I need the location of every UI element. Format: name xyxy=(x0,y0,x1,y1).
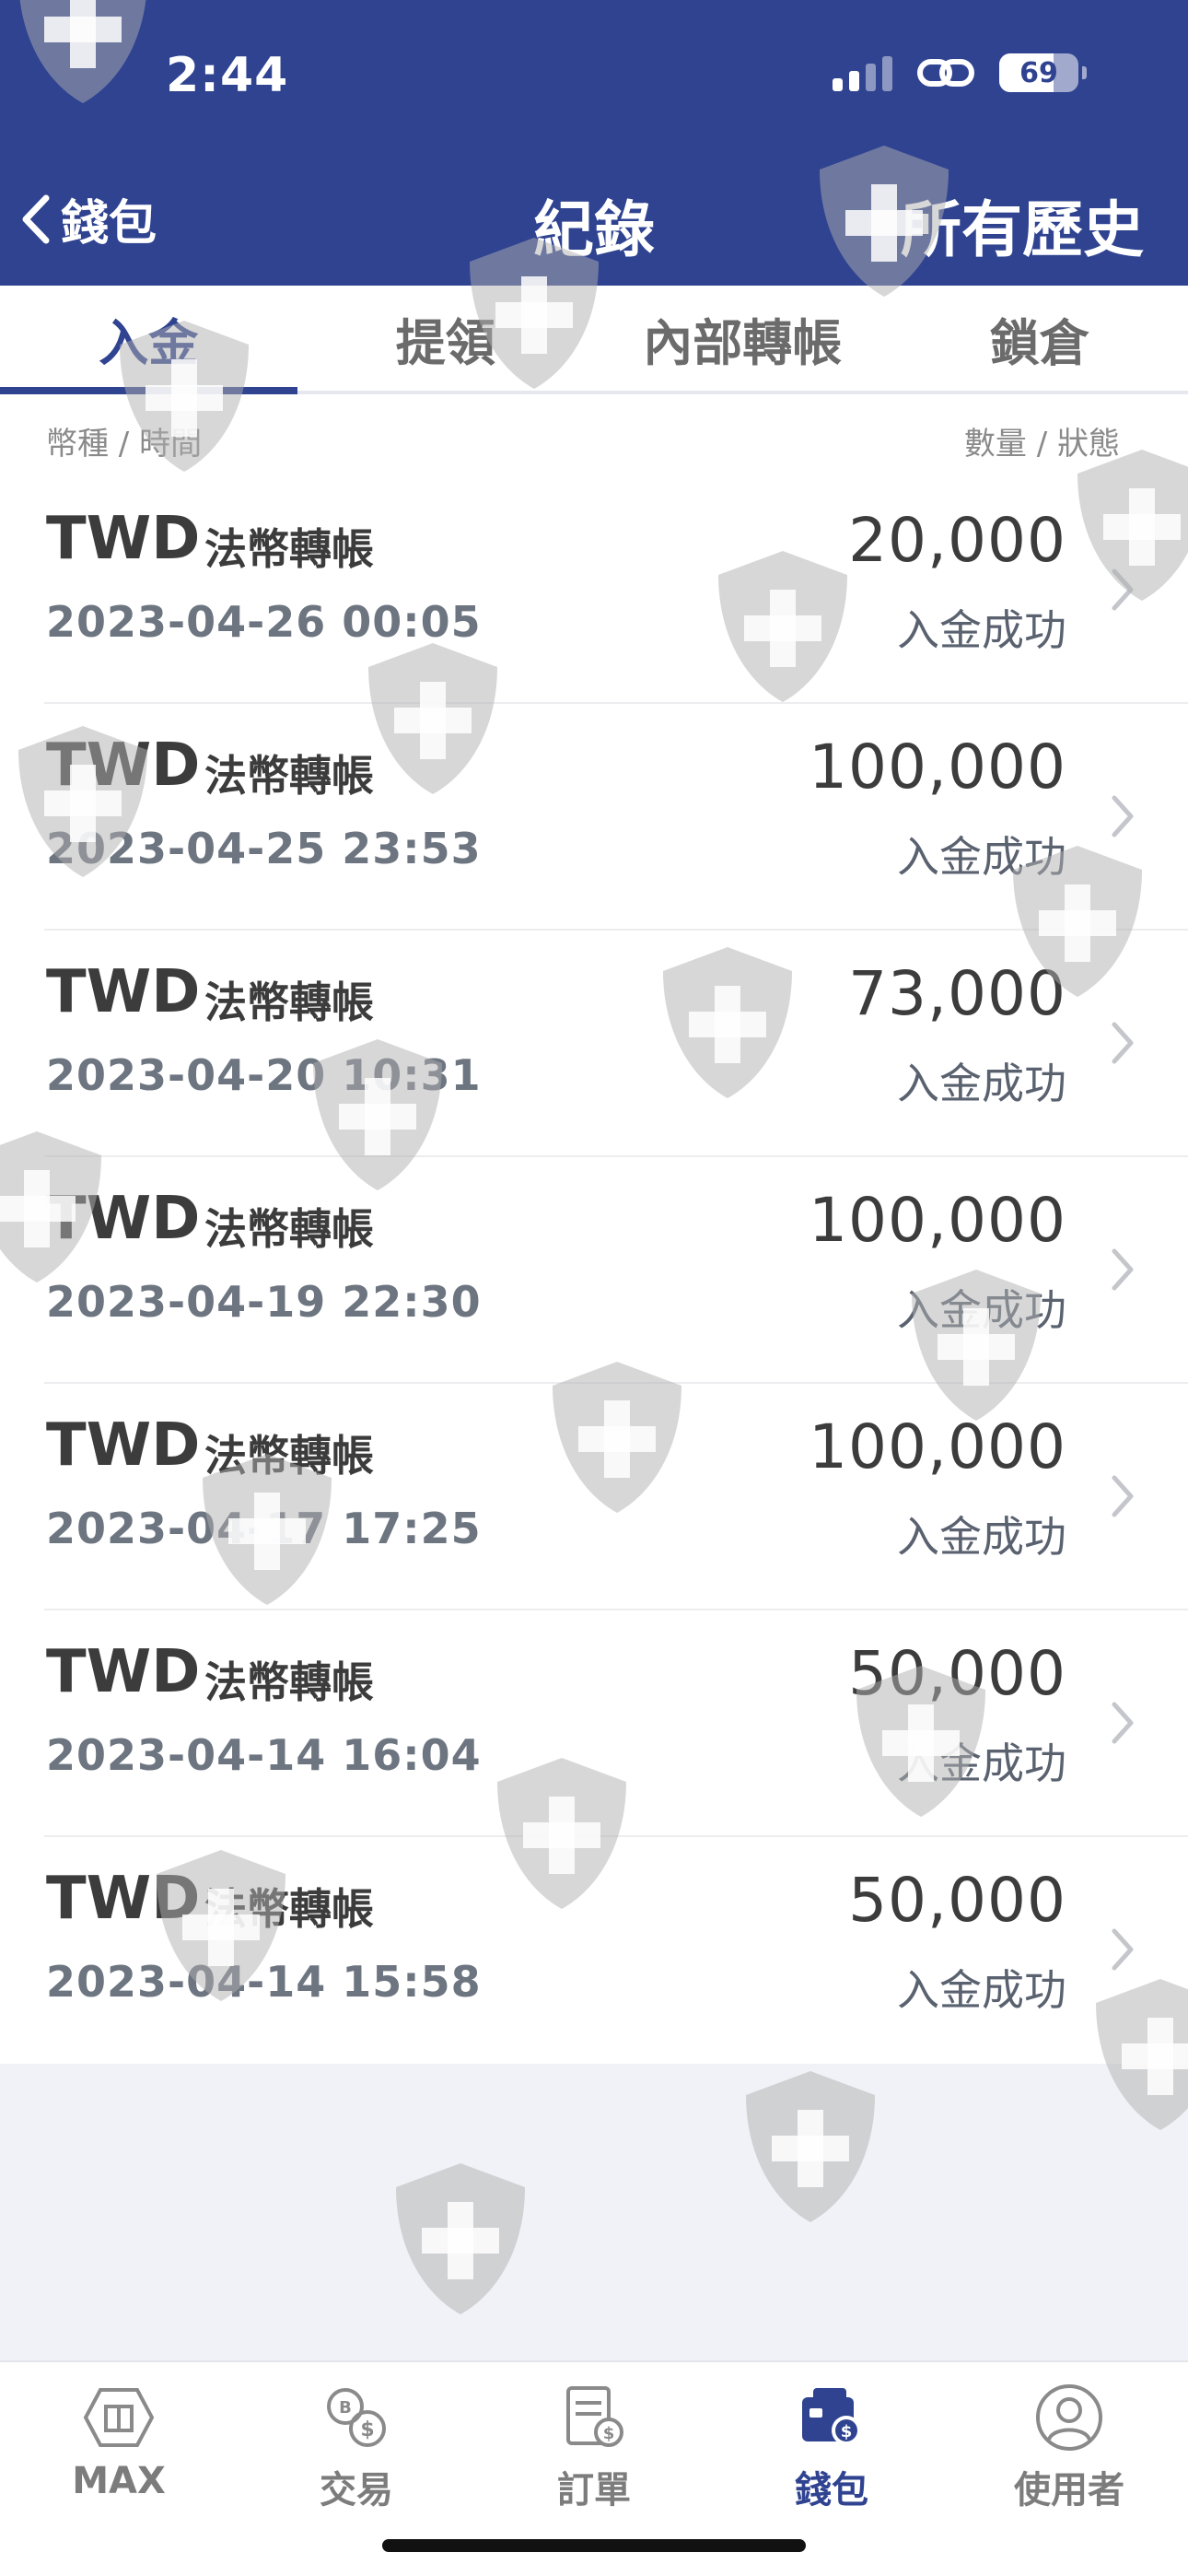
record-row[interactable]: TWD 法幣轉帳 2023-04-14 16:04 50,000 入金成功 xyxy=(0,1610,1188,1837)
record-row[interactable]: TWD 法幣轉帳 2023-04-17 17:25 100,000 入金成功 xyxy=(0,1384,1188,1610)
tabbar-label: 使用者 xyxy=(1014,2469,1124,2512)
record-status: 入金成功 xyxy=(897,1512,1066,1562)
record-row[interactable]: TWD 法幣轉帳 2023-04-20 10:31 73,000 入金成功 xyxy=(0,931,1188,1157)
chevron-right-icon xyxy=(1112,1248,1134,1291)
record-currency: TWD xyxy=(46,958,201,1026)
records-list: TWD 法幣轉帳 2023-04-26 00:05 20,000 入金成功 TW… xyxy=(0,477,1188,2064)
svg-text:B: B xyxy=(339,2398,352,2418)
screen: { "status_bar": { "time": "2:44", "batte… xyxy=(0,0,1188,2576)
record-status: 入金成功 xyxy=(897,1285,1066,1335)
record-amount: 73,000 xyxy=(848,958,1066,1029)
status-time: 2:44 xyxy=(166,48,289,103)
record-currency: TWD xyxy=(46,505,201,573)
record-type: 法幣轉帳 xyxy=(204,1431,374,1481)
wallet-icon: $ xyxy=(802,2388,861,2445)
record-row[interactable]: TWD 法幣轉帳 2023-04-14 15:58 50,000 入金成功 xyxy=(0,1837,1188,2064)
record-currency: TWD xyxy=(46,1411,201,1480)
column-header-left: 幣種 / 時間 xyxy=(46,426,203,463)
tabbar-label: MAX xyxy=(72,2460,166,2502)
tabbar-label: 交易 xyxy=(320,2469,393,2512)
user-icon xyxy=(1036,2384,1102,2451)
record-status: 入金成功 xyxy=(897,832,1066,882)
chevron-right-icon xyxy=(1112,1475,1134,1517)
status-indicators: 69 xyxy=(833,53,1087,92)
record-status: 入金成功 xyxy=(897,1739,1066,1788)
max-logo-icon xyxy=(83,2388,155,2447)
record-amount: 20,000 xyxy=(848,505,1066,576)
tabbar-label: 錢包 xyxy=(795,2469,868,2512)
svg-text:$: $ xyxy=(841,2422,853,2441)
record-row[interactable]: TWD 法幣轉帳 2023-04-26 00:05 20,000 入金成功 xyxy=(0,477,1188,704)
record-currency: TWD xyxy=(46,1185,201,1253)
exchange-icon: $ B xyxy=(327,2388,386,2447)
svg-text:$: $ xyxy=(603,2424,615,2443)
record-status: 入金成功 xyxy=(897,1059,1066,1108)
chevron-right-icon xyxy=(1112,795,1134,837)
record-datetime: 2023-04-14 15:58 xyxy=(46,1957,482,2007)
tab-withdraw[interactable]: 提領 xyxy=(297,286,595,391)
record-row[interactable]: TWD 法幣轉帳 2023-04-19 22:30 100,000 入金成功 xyxy=(0,1157,1188,1384)
watermark-shield-icon xyxy=(737,2064,884,2230)
chevron-left-icon xyxy=(22,194,50,243)
chevron-right-icon xyxy=(1112,1702,1134,1744)
back-label: 錢包 xyxy=(61,196,157,252)
tabbar-item-orders[interactable]: $ 訂單 xyxy=(475,2371,713,2519)
record-currency: TWD xyxy=(46,1865,201,1933)
record-datetime: 2023-04-20 10:31 xyxy=(46,1050,482,1100)
tabbar-label: 訂單 xyxy=(557,2469,631,2512)
record-type: 法幣轉帳 xyxy=(204,1204,374,1254)
battery-icon: 69 xyxy=(999,53,1078,92)
record-datetime: 2023-04-17 17:25 xyxy=(46,1504,482,1553)
record-amount: 100,000 xyxy=(809,1185,1066,1256)
tabbar-item-trade[interactable]: $ B 交易 xyxy=(238,2371,475,2519)
watermark-shield-icon xyxy=(387,2156,534,2322)
record-amount: 50,000 xyxy=(848,1638,1066,1709)
chevron-right-icon xyxy=(1112,1928,1134,1971)
back-button[interactable]: 錢包 xyxy=(20,184,157,253)
record-datetime: 2023-04-19 22:30 xyxy=(46,1277,482,1327)
record-status: 入金成功 xyxy=(897,1965,1066,2015)
tabbar-item-max[interactable]: MAX xyxy=(0,2371,238,2519)
chevron-right-icon xyxy=(1112,568,1134,611)
tab-internal-transfer[interactable]: 內部轉帳 xyxy=(594,286,891,391)
record-datetime: 2023-04-25 23:53 xyxy=(46,824,482,873)
record-type: 法幣轉帳 xyxy=(204,1657,374,1707)
column-header-right: 數量 / 狀態 xyxy=(963,426,1120,463)
app-header: 2:44 69 錢包 紀錄 所有歷史 xyxy=(0,0,1188,286)
record-amount: 100,000 xyxy=(809,1411,1066,1482)
cellular-signal-icon xyxy=(833,54,892,91)
record-datetime: 2023-04-14 16:04 xyxy=(46,1730,482,1780)
link-icon xyxy=(917,59,974,87)
record-datetime: 2023-04-26 00:05 xyxy=(46,597,482,647)
record-tabs: 入金 提領 內部轉帳 鎖倉 xyxy=(0,286,1188,394)
tab-deposit[interactable]: 入金 xyxy=(0,286,297,394)
tabbar-item-user[interactable]: 使用者 xyxy=(950,2371,1188,2519)
tab-lock[interactable]: 鎖倉 xyxy=(891,286,1188,391)
record-amount: 100,000 xyxy=(809,732,1066,802)
record-type: 法幣轉帳 xyxy=(204,1884,374,1934)
svg-text:$: $ xyxy=(360,2418,374,2441)
record-row[interactable]: TWD 法幣轉帳 2023-04-25 23:53 100,000 入金成功 xyxy=(0,704,1188,931)
record-status: 入金成功 xyxy=(897,605,1066,655)
column-header: 幣種 / 時間 數量 / 狀態 xyxy=(0,394,1188,477)
tabbar-item-wallet[interactable]: $ 錢包 xyxy=(713,2371,950,2519)
record-type: 法幣轉帳 xyxy=(204,751,374,801)
all-history-button[interactable]: 所有歷史 xyxy=(901,181,1144,269)
record-type: 法幣轉帳 xyxy=(204,978,374,1027)
record-currency: TWD xyxy=(46,1638,201,1706)
chevron-right-icon xyxy=(1112,1022,1134,1064)
record-amount: 50,000 xyxy=(848,1865,1066,1936)
battery-level: 69 xyxy=(1019,56,1058,89)
home-indicator[interactable] xyxy=(382,2539,806,2552)
orders-icon: $ xyxy=(566,2386,623,2447)
record-currency: TWD xyxy=(46,732,201,800)
record-type: 法幣轉帳 xyxy=(204,524,374,574)
